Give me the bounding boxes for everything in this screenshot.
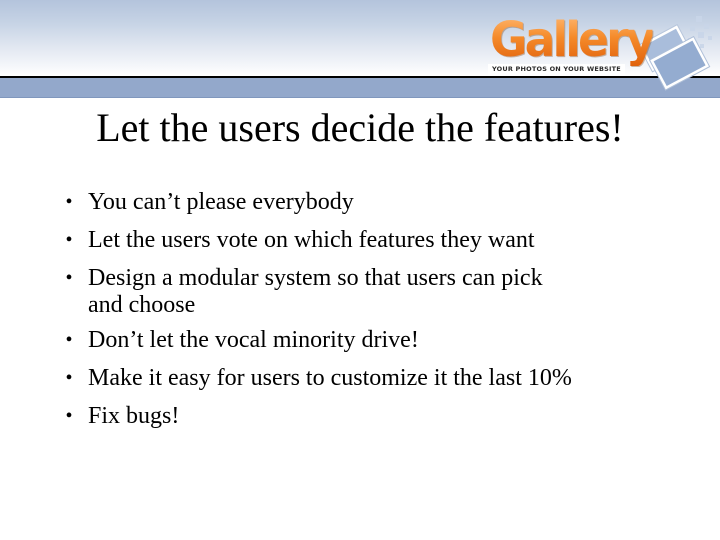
bullet-icon: • <box>65 367 73 389</box>
bullet-icon: • <box>65 329 73 351</box>
gallery-logo: Gallery YOUR PHOTOS ON YOUR WEBSITE <box>488 14 720 94</box>
bullet-icon: • <box>65 267 73 289</box>
slide: Gallery YOUR PHOTOS ON YOUR WEBSITE Let … <box>0 0 720 540</box>
slide-title: Let the users decide the features! <box>96 105 624 150</box>
bullet-item: • Design a modular system so that users … <box>0 259 720 321</box>
bullet-text: Don’t let the vocal minority drive! <box>88 327 419 353</box>
logo-tagline: YOUR PHOTOS ON YOUR WEBSITE <box>488 64 625 75</box>
bullet-icon: • <box>65 229 73 251</box>
bullet-icon: • <box>65 191 73 213</box>
bullet-item: • Fix bugs! <box>0 397 720 435</box>
bullet-item: • You can’t please everybody <box>0 183 720 221</box>
bullet-item: • Don’t let the vocal minority drive! <box>0 321 720 359</box>
bullet-icon: • <box>65 405 73 427</box>
bullet-item: • Make it easy for users to customize it… <box>0 359 720 397</box>
bullet-list: • You can’t please everybody • Let the u… <box>0 183 720 435</box>
bullet-text: Let the users vote on which features the… <box>88 227 535 253</box>
bullet-text-continuation: and choose <box>88 292 196 318</box>
logo-wordmark: Gallery <box>490 12 656 68</box>
bullet-item: • Let the users vote on which features t… <box>0 221 720 259</box>
bullet-text: Make it easy for users to customize it t… <box>88 365 572 391</box>
bullet-text: You can’t please everybody <box>88 189 354 215</box>
bullet-text: Design a modular system so that users ca… <box>88 265 543 291</box>
bullet-text: Fix bugs! <box>88 403 180 429</box>
